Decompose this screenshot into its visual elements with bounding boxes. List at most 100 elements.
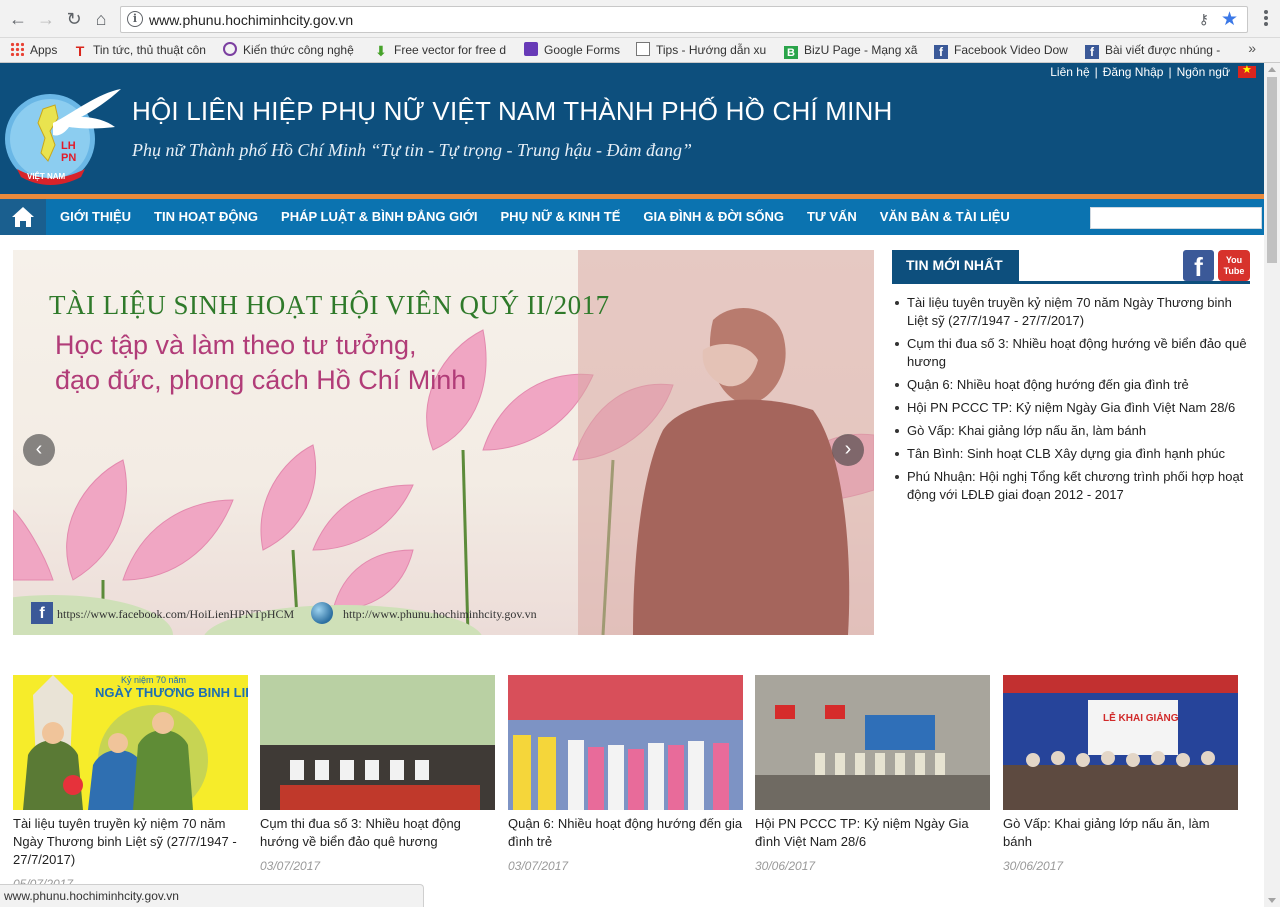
- bookmark-item[interactable]: ⬇ Free vector for free d: [374, 41, 509, 59]
- slide-subtitle: Học tập và làm theo tư tưởng, đạo đức, p…: [55, 328, 466, 398]
- nav-phap-luat[interactable]: PHÁP LUẬT & BÌNH ĐẲNG GIỚI: [281, 199, 477, 235]
- news-card[interactable]: Cụm thi đua số 3: Nhiều hoạt động hướng …: [260, 675, 495, 873]
- t-favicon: T: [75, 43, 85, 59]
- news-card-image[interactable]: [260, 675, 495, 810]
- latest-news-heading: TIN MỚI NHẤT: [892, 250, 1019, 281]
- bookmark-item[interactable]: Google Forms: [524, 41, 620, 59]
- globe-icon: [311, 602, 333, 624]
- card-banner: LỄ KHAI GIẢNG: [1103, 713, 1179, 724]
- page-scrollbar[interactable]: [1264, 63, 1280, 907]
- key-icon[interactable]: ⚷: [1199, 11, 1209, 28]
- home-button[interactable]: [0, 199, 46, 235]
- news-item[interactable]: Cụm thi đua số 3: Nhiều hoạt động hướng …: [892, 335, 1250, 371]
- info-icon[interactable]: i: [127, 11, 143, 27]
- news-item[interactable]: Quận 6: Nhiều hoạt động hướng đến gia đì…: [892, 376, 1250, 394]
- nav-tu-van[interactable]: TƯ VẤN: [807, 199, 857, 235]
- slide-title: TÀI LIỆU SINH HOẠT HỘI VIÊN QUÝ II/2017: [49, 290, 610, 320]
- contact-link[interactable]: Liên hệ: [1050, 65, 1089, 79]
- facebook-favicon: f: [1085, 45, 1099, 59]
- svg-text:PN: PN: [61, 152, 76, 164]
- news-card-title[interactable]: Hội PN PCCC TP: Kỷ niệm Ngày Gia đình Vi…: [755, 815, 990, 851]
- slider-prev-button[interactable]: ‹: [23, 434, 55, 466]
- reload-icon[interactable]: ↻: [64, 9, 84, 29]
- news-item[interactable]: Tài liệu tuyên truyền kỷ niệm 70 năm Ngà…: [892, 294, 1250, 330]
- bookmark-item[interactable]: Tips - Hướng dẫn xu: [636, 41, 772, 59]
- bookmark-item[interactable]: f Facebook Video Dow: [934, 41, 1072, 59]
- bookmark-item[interactable]: f Bài viết được nhúng -: [1085, 41, 1225, 59]
- news-card[interactable]: Quận 6: Nhiều hoạt động hướng đến gia đì…: [508, 675, 743, 873]
- hero-slider[interactable]: TÀI LIỆU SINH HOẠT HỘI VIÊN QUÝ II/2017 …: [13, 250, 874, 635]
- bookmark-item[interactable]: B BizU Page - Mạng xã: [784, 41, 920, 59]
- bookmark-star-icon[interactable]: ★: [1221, 8, 1238, 31]
- news-card[interactable]: Kỷ niệm 70 năm NGÀY THƯƠNG BINH LIỆT Tài…: [13, 675, 248, 891]
- card-banner-small: Kỷ niệm 70 năm: [121, 675, 187, 685]
- news-card-title[interactable]: Tài liệu tuyên truyền kỷ niệm 70 năm Ngà…: [13, 815, 248, 869]
- status-bar: www.phunu.hochiminhcity.gov.vn: [0, 884, 424, 907]
- separator: |: [1094, 65, 1098, 79]
- news-card[interactable]: Hội PN PCCC TP: Kỷ niệm Ngày Gia đình Vi…: [755, 675, 990, 873]
- separator: |: [1168, 65, 1172, 79]
- news-item[interactable]: Hội PN PCCC TP: Kỷ niệm Ngày Gia đình Vi…: [892, 399, 1250, 417]
- slider-next-button[interactable]: ›: [832, 434, 864, 466]
- forms-favicon: [524, 42, 538, 56]
- home-icon: [12, 207, 34, 227]
- card-banner: NGÀY THƯƠNG BINH LIỆT: [95, 685, 248, 700]
- card-photo: [260, 675, 495, 810]
- news-card[interactable]: LỄ KHAI GIẢNG Gò Vấp: Khai giảng lớp nấu…: [1003, 675, 1238, 873]
- news-card-date: 30/06/2017: [755, 859, 816, 873]
- scrollbar-thumb[interactable]: [1267, 77, 1277, 263]
- nav-gia-dinh[interactable]: GIA ĐÌNH & ĐỜI SỐNG: [643, 199, 784, 235]
- nav-links: GIỚI THIỆU TIN HOẠT ĐỘNG PHÁP LUẬT & BÌN…: [60, 199, 1033, 235]
- nav-phu-nu-kinh-te[interactable]: PHỤ NỮ & KINH TẾ: [501, 199, 621, 235]
- news-card-date: 30/06/2017: [1003, 859, 1064, 873]
- scroll-up-icon[interactable]: [1268, 67, 1276, 72]
- news-item[interactable]: Gò Vấp: Khai giảng lớp nấu ăn, làm bánh: [892, 422, 1250, 440]
- address-bar[interactable]: i www.phunu.hochiminhcity.gov.vn ⚷ ★: [120, 6, 1248, 33]
- facebook-favicon: f: [934, 45, 948, 59]
- bookmarks-overflow-button[interactable]: »: [1248, 40, 1256, 56]
- home-icon[interactable]: ⌂: [91, 9, 111, 29]
- nav-tin-hoat-dong[interactable]: TIN HOẠT ĐỘNG: [154, 199, 258, 235]
- language-link[interactable]: Ngôn ngữ: [1177, 65, 1230, 79]
- bookmark-item[interactable]: T Tin tức, thủ thuật côn: [73, 41, 210, 59]
- slide-facebook-url: https://www.facebook.com/HoiLienHPNTpHCM: [57, 607, 295, 621]
- news-card-image[interactable]: [755, 675, 990, 810]
- site-header: LH PN VIỆT NAM HỘI LIÊN HIỆP PHỤ NỮ VIỆT…: [0, 63, 1264, 197]
- news-card-title[interactable]: Cụm thi đua số 3: Nhiều hoạt động hướng …: [260, 815, 495, 851]
- back-icon[interactable]: ←: [8, 9, 28, 29]
- facebook-icon[interactable]: f: [1183, 250, 1214, 282]
- top-links: Liên hệ | Đăng Nhập | Ngôn ngữ: [1050, 63, 1256, 79]
- news-card-image[interactable]: LỄ KHAI GIẢNG: [1003, 675, 1238, 810]
- svg-text:VIỆT NAM: VIỆT NAM: [27, 172, 66, 181]
- search-input[interactable]: [1090, 207, 1262, 229]
- nav-van-ban[interactable]: VĂN BẢN & TÀI LIỆU: [880, 199, 1010, 235]
- news-item[interactable]: Tân Bình: Sinh hoạt CLB Xây dựng gia đìn…: [892, 445, 1250, 463]
- facebook-icon: f: [31, 602, 53, 624]
- news-card-date: 03/07/2017: [508, 859, 569, 873]
- lhpn-logo[interactable]: LH PN VIỆT NAM: [3, 83, 123, 187]
- slide-subtitle-line2: đạo đức, phong cách Hồ Chí Minh: [55, 365, 467, 395]
- main-nav: GIỚI THIỆU TIN HOẠT ĐỘNG PHÁP LUẬT & BÌN…: [0, 199, 1264, 235]
- news-card-title[interactable]: Gò Vấp: Khai giảng lớp nấu ăn, làm bánh: [1003, 815, 1238, 851]
- slide-web-url: http://www.phunu.hochiminhcity.gov.vn: [343, 607, 537, 621]
- bookmarks-bar: Apps T Tin tức, thủ thuật côn Kiến thức c…: [0, 38, 1280, 63]
- vietnam-flag-icon[interactable]: [1238, 63, 1256, 78]
- youtube-icon[interactable]: You Tube: [1218, 250, 1250, 281]
- forward-icon[interactable]: →: [36, 9, 56, 29]
- card-photo: [755, 675, 990, 810]
- browser-menu-icon[interactable]: [1258, 9, 1274, 29]
- address-url[interactable]: www.phunu.hochiminhcity.gov.vn: [149, 12, 353, 28]
- bookmark-item[interactable]: Kiến thức công nghệ: [223, 41, 358, 59]
- bookmark-apps[interactable]: Apps: [10, 41, 57, 59]
- browser-toolbar: ← → ↻ ⌂ i www.phunu.hochiminhcity.gov.vn…: [0, 0, 1280, 38]
- login-link[interactable]: Đăng Nhập: [1103, 65, 1164, 79]
- news-item[interactable]: Phú Nhuận: Hội nghị Tổng kết chương trìn…: [892, 468, 1250, 504]
- slide-subtitle-line1: Học tập và làm theo tư tưởng,: [55, 330, 417, 360]
- site-title: HỘI LIÊN HIỆP PHỤ NỮ VIỆT NAM THÀNH PHỐ …: [132, 96, 893, 126]
- news-card-image[interactable]: [508, 675, 743, 810]
- news-card-title[interactable]: Quận 6: Nhiều hoạt động hướng đến gia đì…: [508, 815, 743, 851]
- scroll-down-icon[interactable]: [1268, 898, 1276, 903]
- nav-gioi-thieu[interactable]: GIỚI THIỆU: [60, 199, 131, 235]
- news-card-image[interactable]: Kỷ niệm 70 năm NGÀY THƯƠNG BINH LIỆT: [13, 675, 248, 810]
- at-favicon: [223, 42, 237, 56]
